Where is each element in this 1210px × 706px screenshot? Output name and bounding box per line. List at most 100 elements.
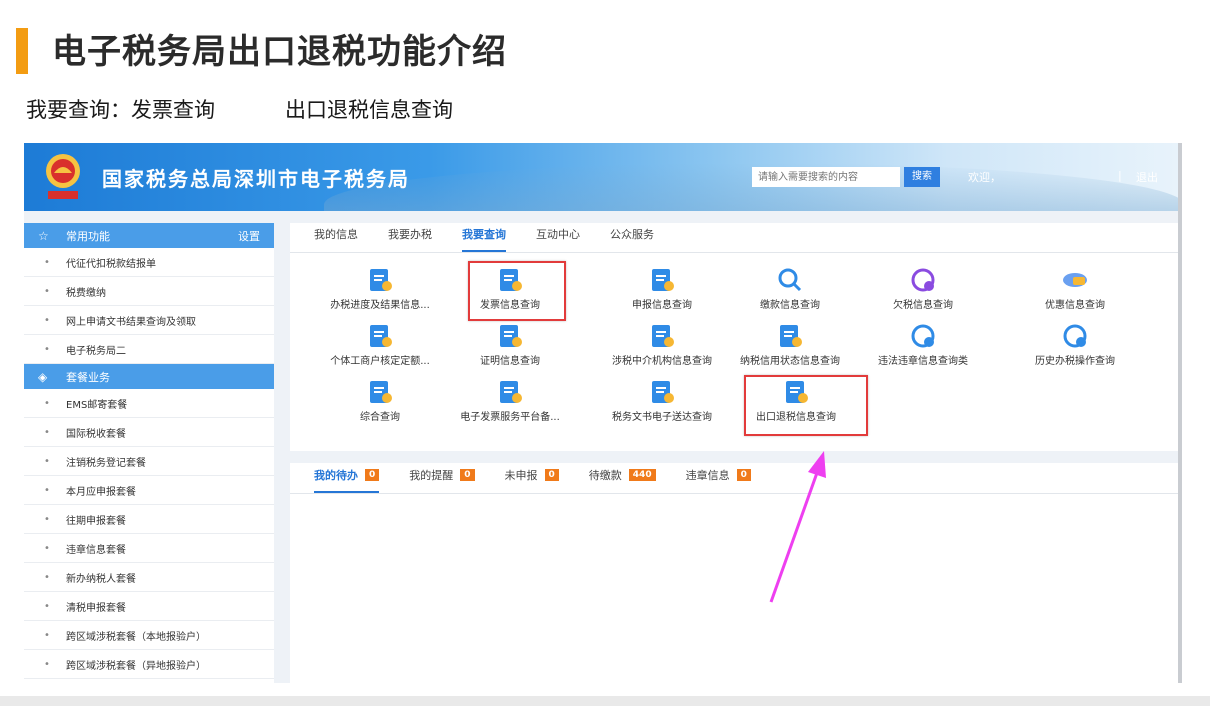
subtitle-export-refund-query: 出口退税信息查询	[285, 98, 453, 122]
tab-interaction[interactable]: 互动中心	[536, 226, 580, 252]
subtitle-invoice-query: 我要查询：发票查询	[26, 98, 215, 122]
sidebar-package-header[interactable]: ◈ 套餐业务	[24, 364, 274, 389]
query-item[interactable]: 涉税中介机构信息查询	[597, 321, 727, 377]
query-item[interactable]: 缴款信息查询	[725, 265, 855, 321]
document-delivery-icon	[648, 379, 676, 405]
todo-tab[interactable]: 未申报 0	[505, 467, 559, 493]
count-badge: 0	[736, 469, 751, 481]
sidebar-item[interactable]: • 注销税务登记套餐	[24, 447, 274, 476]
tax-site-screenshot: 国家税务总局深圳市电子税务局 搜索 欢迎， | 退出 ☆ 常用功能 设置 •代征…	[24, 143, 1182, 683]
title-accent-bar	[16, 28, 28, 74]
sidebar-item[interactable]: • 税费缴纳	[24, 277, 274, 306]
count-badge: 0	[544, 469, 559, 481]
query-item-label: 证明信息查询	[480, 356, 540, 367]
credit-icon	[776, 323, 804, 349]
query-item-label: 个体工商户核定定额...	[330, 356, 430, 367]
welcome-text: 欢迎，	[968, 171, 1001, 184]
tab-my-info[interactable]: 我的信息	[314, 226, 358, 252]
query-item-label: 办税进度及结果信息...	[330, 300, 430, 311]
history-icon	[1061, 323, 1089, 349]
tax-emblem-icon	[46, 154, 80, 199]
header-separator: |	[1118, 169, 1122, 182]
sidebar-item[interactable]: • 本月应申报套餐	[24, 476, 274, 505]
banner-mountain-decoration	[324, 163, 1178, 211]
sidebar: ☆ 常用功能 设置 • 代征代扣税款结报单 • 税费缴纳 • 网上申请文书结果查询及领…	[24, 223, 274, 683]
search-button[interactable]: 搜索	[904, 167, 940, 187]
logout-link[interactable]: 退出	[1136, 169, 1158, 185]
sidebar-item[interactable]: • 跨区域涉税套餐（本地报验户）	[24, 621, 274, 650]
todo-tab-label: 我的待办	[314, 469, 358, 482]
page-title: 电子税务局出口退税功能介绍	[52, 32, 507, 72]
query-item[interactable]: 办税进度及结果信息...	[315, 265, 445, 321]
todo-tab-label: 我的提醒	[409, 469, 454, 482]
discount-icon	[1061, 267, 1089, 293]
sidebar-item[interactable]: • 违章信息套餐	[24, 534, 274, 563]
todo-tab[interactable]: 我的待办 0	[314, 467, 380, 493]
main-tabs: 我的信息 我要办税 我要查询 互动中心 公众服务	[290, 223, 1178, 253]
sidebar-common-header[interactable]: ☆ 常用功能 设置	[24, 223, 274, 248]
count-badge: 440	[628, 469, 656, 481]
star-icon: ☆	[38, 228, 49, 243]
sidebar-item[interactable]: • 跨区域涉税套餐（异地报验户）	[24, 650, 274, 679]
todo-panel: 我的待办 0 我的提醒 0 未申报 0 待缴款 440 违章信息 0	[290, 463, 1178, 683]
magnifier-icon	[776, 267, 804, 293]
site-banner: 国家税务总局深圳市电子税务局 搜索 欢迎， | 退出	[24, 143, 1178, 211]
query-item[interactable]: 综合查询	[315, 377, 445, 433]
site-title: 国家税务总局深圳市电子税务局	[102, 167, 410, 191]
highlight-invoice-query	[468, 261, 566, 321]
sidebar-item[interactable]: • 电子税务局二	[24, 335, 274, 364]
query-item[interactable]: 申报信息查询	[597, 265, 727, 321]
layers-icon: ◈	[38, 369, 48, 384]
query-item[interactable]: 优惠信息查询	[1010, 265, 1140, 321]
sidebar-item[interactable]: • 清税申报套餐	[24, 592, 274, 621]
todo-tab[interactable]: 违章信息 0	[686, 467, 751, 493]
merchant-icon	[366, 323, 394, 349]
query-item[interactable]: 证明信息查询	[445, 321, 575, 377]
query-item-label: 缴款信息查询	[760, 300, 820, 311]
todo-tab-label: 未申报	[504, 469, 538, 482]
comprehensive-icon	[366, 379, 394, 405]
query-item-label: 欠税信息查询	[893, 300, 953, 311]
query-item-label: 税务文书电子送达查询	[612, 412, 712, 423]
query-item-label: 优惠信息查询	[1045, 300, 1105, 311]
query-item-label: 综合查询	[360, 412, 400, 423]
query-item[interactable]: 违法违章信息查询类	[858, 321, 988, 377]
query-item[interactable]: 历史办税操作查询	[1010, 321, 1140, 377]
todo-tabs: 我的待办 0 我的提醒 0 未申报 0 待缴款 440 违章信息 0	[290, 463, 1178, 494]
sidebar-settings-link[interactable]: 设置	[238, 228, 260, 244]
todo-tab-label: 待缴款	[588, 469, 622, 482]
footer-strip	[0, 696, 1210, 706]
violation-icon	[909, 323, 937, 349]
sidebar-item[interactable]: • 代征代扣税款结报单	[24, 248, 274, 277]
query-item[interactable]: 个体工商户核定定额...	[315, 321, 445, 377]
search-input[interactable]	[752, 167, 900, 187]
query-item[interactable]: 纳税信用状态信息查询	[725, 321, 855, 377]
query-item-label: 电子发票服务平台备...	[460, 412, 560, 423]
tab-handle-tax[interactable]: 我要办税	[388, 226, 432, 252]
progress-icon	[366, 267, 394, 293]
sidebar-item[interactable]: • 网上申请文书结果查询及领取	[24, 306, 274, 335]
query-item[interactable]: 税务文书电子送达查询	[597, 377, 727, 433]
query-item[interactable]: 欠税信息查询	[858, 265, 988, 321]
sidebar-item[interactable]: • 往期申报套餐	[24, 505, 274, 534]
todo-tab[interactable]: 待缴款 440	[589, 467, 656, 493]
query-item-label: 历史办税操作查询	[1035, 356, 1115, 367]
agency-icon	[648, 323, 676, 349]
query-panel: 我的信息 我要办税 我要查询 互动中心 公众服务 办税进度及结果信息... 发票信…	[290, 223, 1178, 451]
count-badge: 0	[365, 469, 380, 481]
tab-query[interactable]: 我要查询	[462, 226, 506, 252]
subtitle: 我要查询：发票查询 出口退税信息查询	[26, 94, 453, 124]
sidebar-item[interactable]: • EMS邮寄套餐	[24, 389, 274, 418]
declaration-icon	[648, 267, 676, 293]
certificate-icon	[496, 323, 524, 349]
sidebar-item[interactable]: • 国际税收套餐	[24, 418, 274, 447]
query-item-label: 涉税中介机构信息查询	[612, 356, 712, 367]
query-item-label: 违法违章信息查询类	[878, 356, 968, 367]
todo-tab-label: 违章信息	[685, 469, 730, 482]
todo-tab[interactable]: 我的提醒 0	[409, 467, 475, 493]
query-item-label: 申报信息查询	[632, 300, 692, 311]
tab-public-service[interactable]: 公众服务	[610, 226, 654, 252]
query-item[interactable]: 电子发票服务平台备...	[445, 377, 575, 433]
sidebar-item[interactable]: • 新办纳税人套餐	[24, 563, 274, 592]
query-item-label: 纳税信用状态信息查询	[740, 356, 840, 367]
